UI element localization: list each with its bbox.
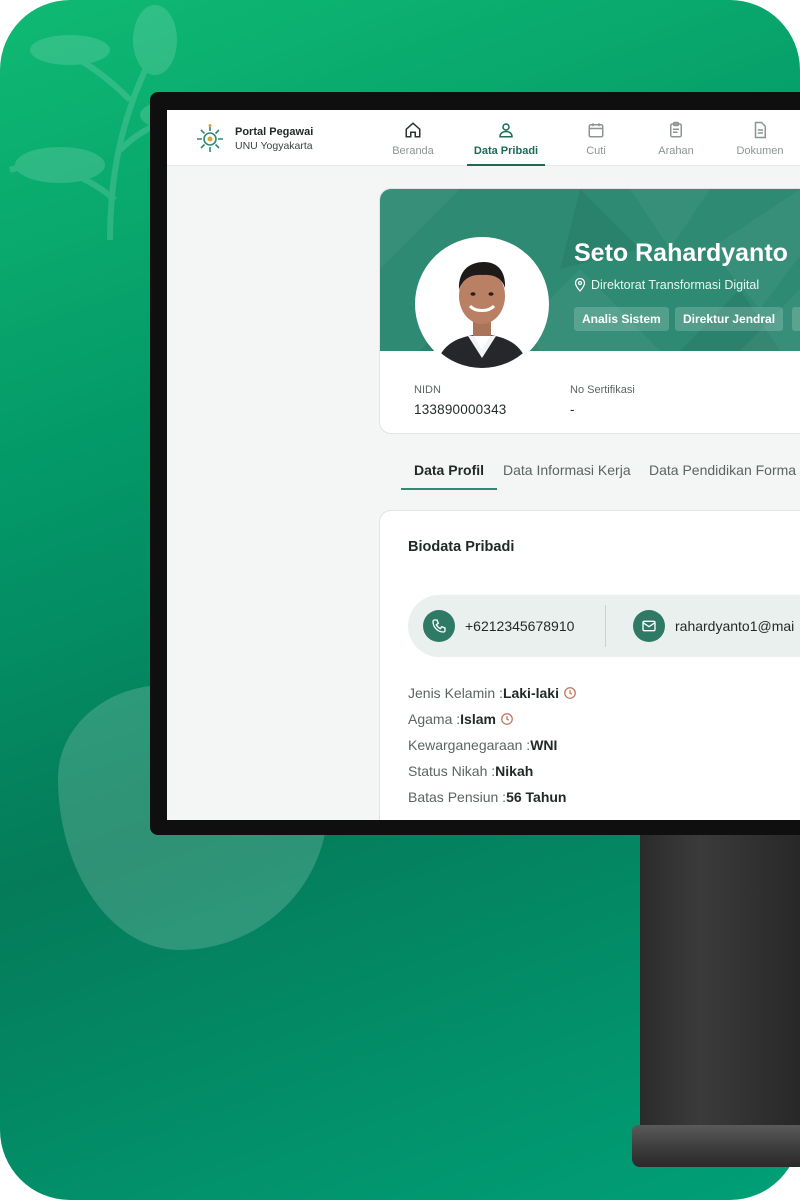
field-label: Jenis Kelamin : <box>408 685 503 701</box>
nav-label: Beranda <box>392 145 434 157</box>
field-jenis-kelamin: Jenis Kelamin : Laki-laki <box>408 685 577 701</box>
pending-clock-icon <box>564 687 576 699</box>
role-chip: Direktur Jendral <box>675 307 784 331</box>
tab-data-pendidikan-formal[interactable]: Data Pendidikan Forma <box>649 462 796 478</box>
nav-label: Dokumen <box>736 145 784 157</box>
nav-label: Cuti <box>586 145 606 157</box>
nav-item-arahan[interactable]: Arahan <box>633 118 719 164</box>
field-value: Nikah <box>495 763 534 779</box>
nav-label: Data Pribadi <box>473 145 539 157</box>
profile-unit-label: Direktorat Transformasi Digital <box>591 278 760 292</box>
nidn-label: NIDN <box>414 384 441 396</box>
nidn-value: 133890000343 <box>414 402 507 417</box>
avatar-photo <box>418 240 546 368</box>
biodata-title: Biodata Pribadi <box>408 539 515 555</box>
tab-data-profil[interactable]: Data Profil <box>414 462 484 478</box>
home-icon <box>405 122 421 138</box>
field-status-nikah: Status Nikah : Nikah <box>408 763 533 779</box>
brand-title: Portal Pegawai <box>235 126 314 138</box>
clipboard-icon <box>670 121 682 138</box>
active-tab-indicator <box>401 488 497 490</box>
field-value: Islam <box>460 711 496 727</box>
nav-label: Arahan <box>658 145 694 157</box>
calendar-icon <box>588 123 604 138</box>
monitor-stand <box>640 830 800 1130</box>
field-label: Status Nikah : <box>408 763 496 779</box>
user-icon <box>499 123 513 138</box>
profile-name: Seto Rahardyanto <box>574 239 788 267</box>
profile-card: Seto Rahardyanto Direktorat Transformasi… <box>379 188 800 434</box>
unu-logo-icon <box>197 124 223 152</box>
top-navbar: Portal Pegawai UNU Yogyakarta Beranda Da… <box>167 110 800 166</box>
field-value: WNI <box>530 737 558 753</box>
field-batas-pensiun: Batas Pensiun : 56 Tahun <box>408 789 566 805</box>
avatar <box>415 237 549 371</box>
tab-data-informasi-kerja[interactable]: Data Informasi Kerja <box>503 462 631 478</box>
biodata-card: Biodata Pribadi +6212345678910 rahardyan… <box>379 510 800 820</box>
field-agama: Agama : Islam <box>408 711 514 727</box>
phone-icon[interactable] <box>423 610 455 642</box>
nav-item-cuti[interactable]: Cuti <box>553 118 639 164</box>
app-screen: Portal Pegawai UNU Yogyakarta Beranda Da… <box>167 110 800 820</box>
cert-value: - <box>570 402 575 417</box>
phone-number: +6212345678910 <box>465 618 575 634</box>
pending-clock-icon <box>501 713 513 725</box>
field-label: Batas Pensiun : <box>408 789 507 805</box>
field-kewarganegaraan: Kewarganegaraan : WNI <box>408 737 557 753</box>
nav-item-beranda[interactable]: Beranda <box>370 118 456 164</box>
brand[interactable]: Portal Pegawai UNU Yogyakarta <box>193 122 313 156</box>
profile-unit: Direktorat Transformasi Digital <box>574 278 759 292</box>
document-icon <box>754 121 766 139</box>
email-address: rahardyanto1@mai <box>675 618 795 634</box>
role-chip: Analis Sistem <box>574 307 669 331</box>
field-value: Laki-laki <box>502 685 559 701</box>
monitor-stand-base <box>632 1125 800 1167</box>
cert-label: No Sertifikasi <box>570 384 635 396</box>
contact-bar: +6212345678910 rahardyanto1@mai <box>408 595 800 657</box>
field-label: Agama : <box>408 711 461 727</box>
field-value: 56 Tahun <box>506 789 567 805</box>
mail-icon[interactable] <box>633 610 665 642</box>
profile-tabs: Data Profil Data Informasi Kerja Data Pe… <box>401 452 800 492</box>
nav-item-data-pribadi[interactable]: Data Pribadi <box>463 118 549 166</box>
contact-divider <box>605 605 606 647</box>
nav-item-dokumen[interactable]: Dokumen <box>717 118 800 164</box>
field-label: Kewarganegaraan : <box>408 737 531 753</box>
brand-subtitle: UNU Yogyakarta <box>235 140 313 152</box>
location-pin-icon <box>574 278 586 292</box>
role-chip-overflow <box>792 307 800 331</box>
